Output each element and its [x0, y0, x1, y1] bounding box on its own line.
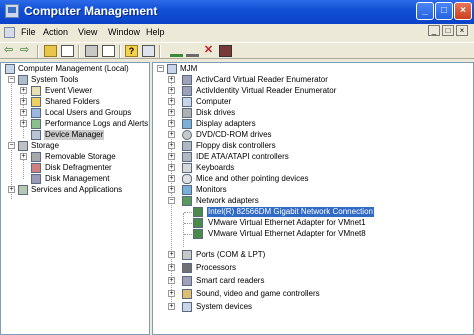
collapse-toggle[interactable]: −: [168, 197, 175, 204]
storage-icon: [18, 141, 28, 151]
expand-toggle[interactable]: +: [168, 290, 175, 297]
menu-help[interactable]: Help: [146, 27, 165, 37]
console-tree-pane[interactable]: Computer Management (Local) − System Too…: [0, 62, 150, 335]
smart-card-reader-icon: [182, 75, 192, 85]
removable-storage-icon: [31, 152, 41, 162]
disk-management-icon: [31, 174, 41, 184]
title-bar: Computer Management _ □ ×: [0, 0, 474, 24]
network-card-icon: [193, 218, 203, 228]
network-adapter-icon: [182, 196, 192, 206]
computer-icon: [167, 64, 177, 74]
menu-file[interactable]: File: [21, 27, 36, 37]
disk-defragmenter-icon: [31, 163, 41, 173]
floppy-controller-icon: [182, 141, 192, 151]
expand-toggle[interactable]: +: [20, 87, 27, 94]
expand-toggle[interactable]: +: [168, 251, 175, 258]
system-device-icon: [182, 302, 192, 312]
menu-bar: File Action View Window Help: [0, 24, 474, 42]
expand-toggle[interactable]: +: [168, 142, 175, 149]
shared-folder-icon: [31, 97, 41, 107]
properties-icon[interactable]: [142, 45, 155, 57]
device-manager-icon: [31, 130, 41, 140]
expand-toggle[interactable]: +: [168, 175, 175, 182]
expand-toggle[interactable]: +: [168, 98, 175, 105]
network-card-icon: [193, 229, 203, 239]
expand-toggle[interactable]: +: [20, 153, 27, 160]
close-button[interactable]: ×: [454, 2, 472, 20]
up-folder-icon[interactable]: [44, 45, 57, 57]
performance-icon: [31, 119, 41, 129]
help-icon[interactable]: ?: [125, 45, 138, 57]
menu-view[interactable]: View: [78, 27, 97, 37]
expand-toggle[interactable]: +: [168, 277, 175, 284]
processor-icon: [182, 263, 192, 273]
expand-toggle[interactable]: +: [168, 109, 175, 116]
disk-drive-icon: [182, 108, 192, 118]
back-arrow-icon[interactable]: ⇦: [4, 45, 17, 57]
computer-icon: [182, 97, 192, 107]
disable-device-icon[interactable]: [219, 45, 232, 57]
expand-toggle[interactable]: +: [168, 87, 175, 94]
menu-action[interactable]: Action: [43, 27, 68, 37]
expand-toggle[interactable]: +: [20, 109, 27, 116]
export-list-icon[interactable]: [102, 45, 115, 57]
expand-toggle[interactable]: +: [168, 131, 175, 138]
network-card-icon: [193, 207, 203, 217]
uninstall-icon[interactable]: ✕: [202, 45, 215, 57]
expand-toggle[interactable]: +: [168, 303, 175, 310]
collapse-toggle[interactable]: −: [157, 65, 164, 72]
maximize-button[interactable]: □: [435, 2, 453, 20]
menu-window[interactable]: Window: [108, 27, 140, 37]
smart-card-reader-icon: [182, 276, 192, 286]
expand-toggle[interactable]: +: [20, 120, 27, 127]
expand-toggle[interactable]: +: [168, 264, 175, 271]
services-icon: [18, 185, 28, 195]
expand-toggle[interactable]: +: [168, 186, 175, 193]
computer-management-icon: [5, 64, 15, 74]
event-viewer-icon: [31, 86, 41, 96]
keyboard-icon: [182, 163, 192, 173]
mdi-minimize-button[interactable]: _: [428, 25, 440, 36]
forward-arrow-icon[interactable]: ⇨: [20, 45, 33, 57]
collapse-toggle[interactable]: −: [8, 76, 15, 83]
mouse-icon: [182, 174, 192, 184]
minimize-button[interactable]: _: [416, 2, 434, 20]
expand-toggle[interactable]: +: [168, 120, 175, 127]
scan-hardware-icon[interactable]: [170, 45, 183, 57]
expand-toggle[interactable]: +: [20, 98, 27, 105]
update-driver-icon[interactable]: [186, 45, 199, 57]
system-tools-icon: [18, 75, 28, 85]
mdi-close-button[interactable]: ×: [456, 25, 468, 36]
users-icon: [31, 108, 41, 118]
expand-toggle[interactable]: +: [168, 153, 175, 160]
display-adapter-icon: [182, 119, 192, 129]
expand-toggle[interactable]: +: [8, 186, 15, 193]
dvd-drive-icon: [182, 130, 192, 140]
collapse-toggle[interactable]: −: [8, 142, 15, 149]
computer-management-icon[interactable]: [5, 4, 19, 18]
document-icon[interactable]: [4, 27, 15, 38]
monitor-icon: [182, 185, 192, 195]
sound-icon: [182, 289, 192, 299]
smart-card-reader-icon: [182, 86, 192, 96]
window-title: Computer Management: [24, 4, 158, 18]
port-icon: [182, 250, 192, 260]
ide-controller-icon: [182, 152, 192, 162]
device-tree-pane[interactable]: − MJM + ActivCard Virtual Reader Enumera…: [152, 62, 474, 335]
expand-toggle[interactable]: +: [168, 76, 175, 83]
expand-toggle[interactable]: +: [168, 164, 175, 171]
show-hide-tree-icon[interactable]: [61, 45, 74, 57]
print-icon[interactable]: [85, 45, 98, 57]
mdi-restore-button[interactable]: □: [442, 25, 454, 36]
toolbar: ⇦ ⇨ ? ✕: [0, 42, 474, 59]
